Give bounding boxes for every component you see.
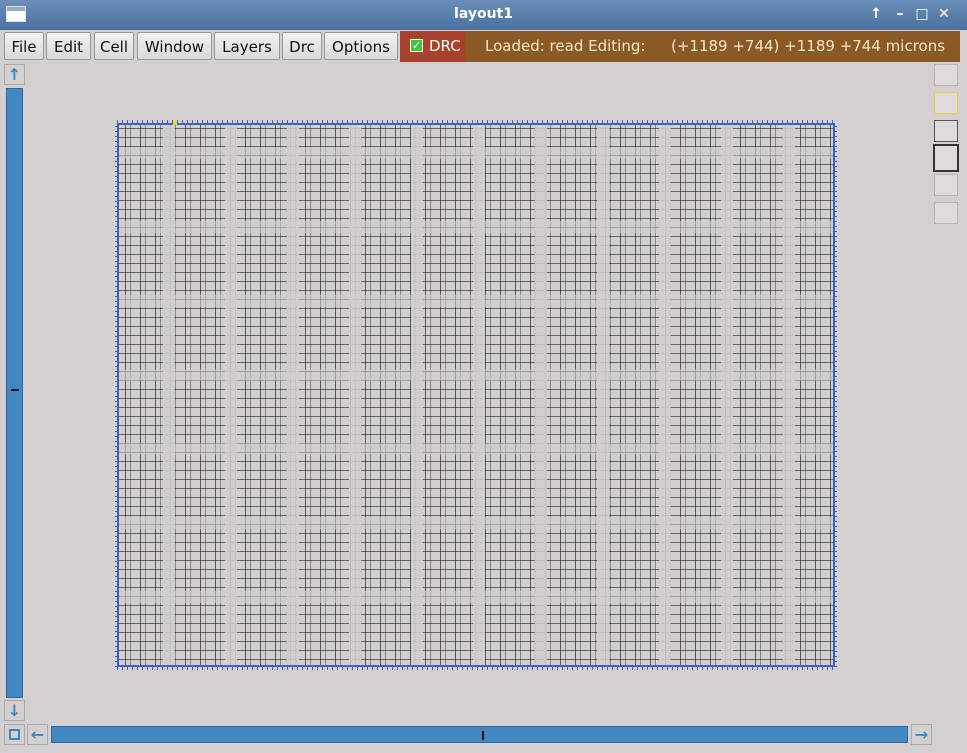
horizontal-scroll-track[interactable] <box>51 726 908 743</box>
scroll-down-icon[interactable]: ↓ <box>4 700 25 721</box>
scroll-up-icon[interactable]: ↑ <box>4 64 25 85</box>
horizontal-scroll-thumb[interactable] <box>482 731 484 740</box>
layer-button[interactable] <box>934 174 958 196</box>
menu-layers[interactable]: Layers <box>214 32 280 60</box>
boundary-ticks-left <box>115 123 119 667</box>
close-icon[interactable]: ✕ <box>935 5 953 23</box>
status-bar: Loaded: read Editing: (+1189 +744) +1189… <box>465 31 960 62</box>
layer-toolbar <box>933 64 960 234</box>
layer-button[interactable] <box>934 202 958 224</box>
menu-window[interactable]: Window <box>137 32 212 60</box>
menu-edit[interactable]: Edit <box>46 32 91 60</box>
status-coordinates: (+1189 +744) +1189 +744 microns <box>671 37 946 55</box>
zoom-fit-button[interactable] <box>4 724 25 745</box>
window-title: layout1 <box>454 6 513 22</box>
layout-canvas[interactable] <box>27 64 933 721</box>
cursor-marker <box>173 121 177 125</box>
boundary-ticks-right <box>833 123 837 667</box>
title-bar: layout1 ↑ – □ ✕ <box>0 0 967 30</box>
checkbox-checked-icon[interactable]: ✓ <box>410 39 423 52</box>
maximize-icon[interactable]: □ <box>913 5 931 23</box>
zoom-fit-icon <box>9 729 20 740</box>
help-icon[interactable]: ↑ <box>867 5 885 23</box>
scroll-left-icon[interactable]: ← <box>27 724 48 745</box>
horizontal-scrollbar[interactable]: ← → <box>27 724 935 745</box>
menu-file[interactable]: File <box>4 32 44 60</box>
menu-drc[interactable]: Drc <box>282 32 322 60</box>
layer-button[interactable] <box>934 92 958 114</box>
menu-options[interactable]: Options <box>324 32 398 60</box>
minimize-icon[interactable]: – <box>891 5 909 23</box>
vertical-scroll-thumb[interactable] <box>11 389 19 391</box>
drc-label: DRC <box>429 37 461 55</box>
cell-row-pattern <box>119 125 833 665</box>
drc-toggle[interactable]: ✓ DRC <box>400 31 465 62</box>
layer-button[interactable] <box>934 64 958 86</box>
scroll-right-icon[interactable]: → <box>911 724 932 745</box>
boundary-ticks-top <box>117 120 835 125</box>
status-loaded: Loaded: read Editing: <box>485 37 646 55</box>
menu-cell[interactable]: Cell <box>94 32 134 60</box>
cell-layout-view[interactable] <box>115 120 837 670</box>
vertical-scrollbar[interactable]: ↑ ↓ <box>4 64 25 721</box>
layer-button-active[interactable] <box>933 144 959 172</box>
boundary-ticks-bottom <box>117 665 835 670</box>
layer-button[interactable] <box>934 120 958 142</box>
vertical-scroll-track[interactable] <box>6 88 23 698</box>
